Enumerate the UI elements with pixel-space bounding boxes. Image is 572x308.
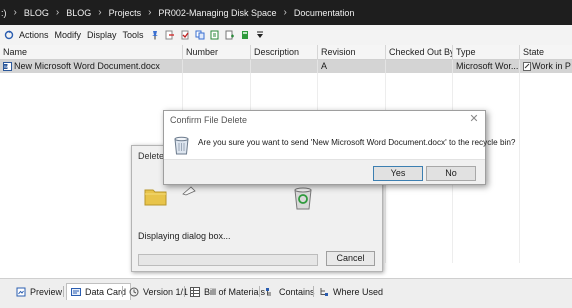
dialog-title-bar[interactable]: Confirm File Delete ✕ <box>164 111 485 128</box>
breadcrumb-item-blog-2[interactable]: BLOG <box>66 8 91 18</box>
contains-icon <box>265 287 275 297</box>
tab-where-used[interactable]: Where Used <box>315 283 387 300</box>
where-used-icon <box>319 287 329 297</box>
column-header-number[interactable]: Number <box>183 45 251 60</box>
svg-text:W: W <box>4 64 8 69</box>
state-text: Work in P <box>532 61 571 71</box>
breadcrumb-item-projects[interactable]: Projects <box>109 8 142 18</box>
column-header-revision[interactable]: Revision <box>318 45 386 60</box>
breadcrumb-item-project[interactable]: PR002-Managing Disk Space <box>158 8 276 18</box>
copy-icon[interactable] <box>195 30 205 40</box>
book-icon[interactable] <box>240 30 250 40</box>
cell-number <box>183 60 251 73</box>
dialog-message: Are you sure you want to send 'New Micro… <box>198 138 516 147</box>
tab-label: Version 1/1 <box>143 286 189 297</box>
word-document-icon: W <box>3 62 12 71</box>
tab-divider <box>259 286 260 297</box>
tab-label: Where Used <box>333 286 384 297</box>
chevron-right-icon: › <box>55 7 60 18</box>
column-divider <box>519 73 520 263</box>
yes-button[interactable]: Yes <box>373 166 423 181</box>
menu-display[interactable]: Display <box>87 30 117 40</box>
bottom-tab-bar: Preview Data Card Version 1/1 Bill of Ma… <box>0 278 572 308</box>
version-icon <box>129 287 139 297</box>
tab-bill-of-materials[interactable]: Bill of Materials <box>186 283 269 300</box>
menu-modify[interactable]: Modify <box>55 30 82 40</box>
breadcrumb-item-documentation[interactable]: Documentation <box>294 8 355 18</box>
refresh-icon[interactable] <box>4 30 14 40</box>
tab-version[interactable]: Version 1/1 <box>125 283 192 300</box>
tab-divider <box>184 286 185 297</box>
add-file-icon[interactable] <box>225 30 235 40</box>
folder-icon <box>144 186 168 206</box>
chevron-right-icon: › <box>148 7 152 18</box>
recycle-bin-icon <box>292 186 314 210</box>
menu-actions[interactable]: Actions <box>19 30 49 40</box>
paste-icon[interactable] <box>210 30 220 40</box>
close-icon[interactable]: ✕ <box>467 112 481 126</box>
cell-name: W New Microsoft Word Document.docx <box>0 60 183 73</box>
tab-preview[interactable]: Preview <box>12 283 66 300</box>
data-card-icon <box>71 287 81 297</box>
dialog-title: Confirm File Delete <box>170 115 248 125</box>
chevron-right-icon: › <box>13 7 17 18</box>
bom-icon <box>190 286 200 297</box>
grid-header: Name Number Description Revision Checked… <box>0 45 572 60</box>
column-header-type[interactable]: Type <box>453 45 520 60</box>
no-button[interactable]: No <box>426 166 476 181</box>
column-header-description[interactable]: Description <box>251 45 318 60</box>
pin-icon[interactable] <box>150 30 160 40</box>
check-out-icon[interactable] <box>165 30 175 40</box>
tab-divider <box>122 286 123 297</box>
check-in-icon[interactable] <box>180 30 190 40</box>
dialog-footer: Yes No <box>164 159 485 184</box>
table-row[interactable]: W New Microsoft Word Document.docx A Mic… <box>0 60 572 73</box>
file-name-text: New Microsoft Word Document.docx <box>14 61 160 71</box>
breadcrumb-item-blog[interactable]: BLOG <box>24 8 49 18</box>
dropdown-arrow-icon[interactable] <box>255 30 265 40</box>
recycle-bin-icon <box>173 135 190 155</box>
cell-revision: A <box>318 60 386 73</box>
cell-description <box>251 60 318 73</box>
tab-contains[interactable]: Contains <box>261 283 319 300</box>
column-header-state[interactable]: State <box>520 45 572 60</box>
cell-type: Microsoft Wor... <box>453 60 520 73</box>
workflow-state-icon <box>523 62 531 71</box>
flying-paper-icon <box>182 186 196 196</box>
tab-label: Data Card <box>85 287 127 297</box>
chevron-right-icon: › <box>283 7 287 18</box>
breadcrumb: :) › BLOG › BLOG › Projects › PR002-Mana… <box>0 0 572 25</box>
tab-divider <box>313 286 314 297</box>
column-header-name[interactable]: Name <box>0 45 183 60</box>
tab-label: Contains <box>279 286 315 297</box>
status-text: Displaying dialog box... <box>138 231 231 241</box>
tab-label: Preview <box>30 286 63 297</box>
column-header-checked-out-by[interactable]: Checked Out By <box>386 45 453 60</box>
tab-label: Bill of Materials <box>204 286 266 297</box>
menu-tools[interactable]: Tools <box>123 30 144 40</box>
toolbar: Actions Modify Display Tools <box>0 25 572 45</box>
cell-state: Work in P <box>520 60 572 73</box>
cell-checked-out-by <box>386 60 453 73</box>
dialog-title: Delete <box>138 151 165 161</box>
chevron-right-icon: › <box>98 7 102 18</box>
confirm-file-delete-dialog: Confirm File Delete ✕ Are you sure you w… <box>163 110 515 185</box>
cancel-button[interactable]: Cancel <box>326 251 375 266</box>
tab-divider <box>63 286 64 297</box>
progress-bar <box>138 254 318 266</box>
breadcrumb-root[interactable]: :) <box>1 8 7 18</box>
preview-icon <box>16 287 26 297</box>
